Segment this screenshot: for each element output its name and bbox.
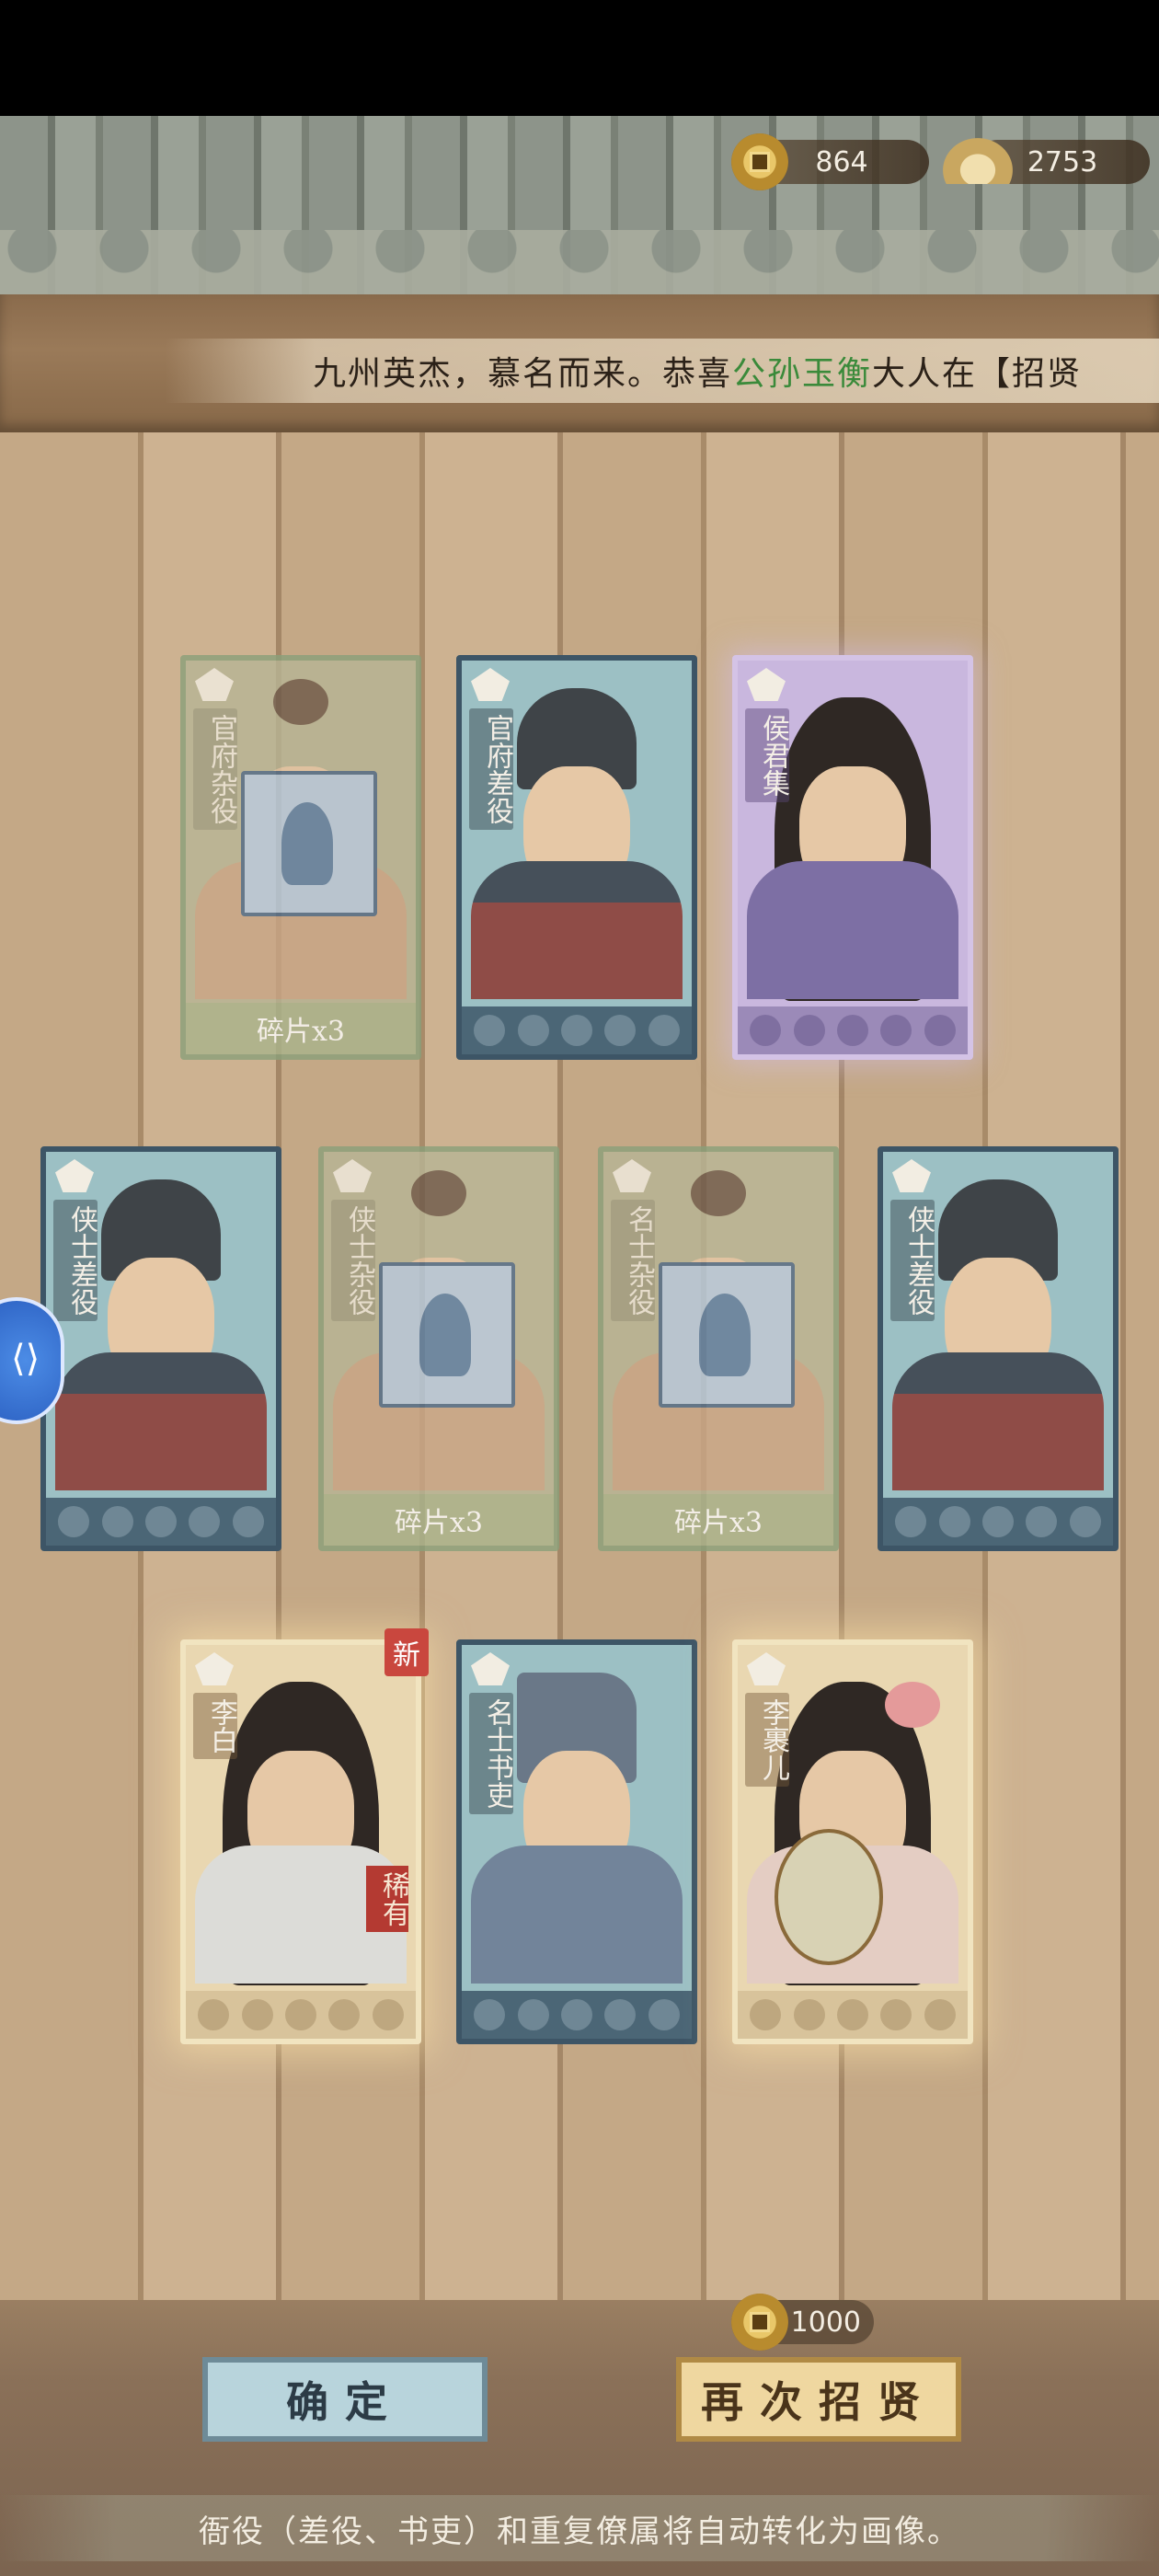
star-empty-icon — [284, 1999, 316, 2030]
fragment-count: 碎片x3 — [186, 1003, 416, 1054]
moon-star-icon — [198, 1999, 230, 2030]
recruit-card[interactable]: 李裹儿 — [732, 1639, 973, 2044]
copper-coin-icon — [731, 2294, 788, 2351]
star-empty-icon — [895, 1506, 927, 1537]
ticker-suffix: 大人在【招贤 — [872, 355, 1083, 393]
star-empty-icon — [517, 1999, 549, 2030]
star-empty-icon — [474, 1999, 506, 2030]
star-empty-icon — [372, 1999, 404, 2030]
confirm-button[interactable]: 确定 — [202, 2357, 488, 2442]
moon-star-icon — [793, 1999, 825, 2030]
star-empty-icon — [648, 1999, 680, 2030]
floating-assist-button[interactable] — [0, 1297, 64, 1424]
recruit-card[interactable]: 名士书吏 — [456, 1639, 697, 2044]
fragment-count: 碎片x3 — [603, 1494, 833, 1546]
new-badge: 新 — [384, 1628, 429, 1676]
footer-note: 衙役（差役、书吏）和重复僚属将自动转化为画像。 — [0, 2495, 1159, 2561]
recruit-card[interactable]: 侠士杂役 碎片x3 — [318, 1146, 559, 1551]
ingot-amount: 2753 — [1027, 145, 1098, 178]
ticker-prefix: 九州英杰，慕名而来。恭喜 — [313, 355, 733, 393]
star-empty-icon — [474, 1015, 506, 1046]
recruit-card[interactable]: 侯君集 — [732, 655, 973, 1060]
recruit-card[interactable]: 官府差役 — [456, 655, 697, 1060]
star-empty-icon — [648, 1015, 680, 1046]
star-empty-icon — [880, 1999, 912, 2030]
card-label: 侯君集 — [745, 708, 789, 802]
star-empty-icon — [144, 1506, 177, 1537]
announcement-ticker: 九州英杰，慕名而来。恭喜 公孙玉衡 大人在【招贤 — [166, 339, 1159, 403]
star-rating — [738, 1991, 968, 2039]
star-empty-icon — [836, 1999, 868, 2030]
star-empty-icon — [924, 1015, 956, 1046]
star-empty-icon — [793, 1015, 825, 1046]
star-rating — [883, 1498, 1113, 1546]
star-empty-icon — [58, 1506, 90, 1537]
fragment-count: 碎片x3 — [324, 1494, 554, 1546]
moon-star-icon — [750, 1999, 782, 2030]
recruit-card[interactable]: 李白 稀有 — [180, 1639, 421, 2044]
hair-flower — [885, 1682, 940, 1728]
card-label: 官府杂役 — [193, 708, 237, 830]
recruit-again-button[interactable]: 再次招贤 — [676, 2357, 961, 2442]
moon-star-icon — [241, 1999, 273, 2030]
star-rating — [738, 1006, 968, 1054]
star-empty-icon — [517, 1015, 549, 1046]
recruit-card[interactable]: 侠士差役 — [878, 1146, 1119, 1551]
star-empty-icon — [981, 1506, 1014, 1537]
star-empty-icon — [924, 1999, 956, 2030]
card-label: 名士杂役 — [611, 1200, 655, 1321]
card-label: 侠士差役 — [890, 1200, 935, 1321]
portrait-scroll-icon — [659, 1262, 795, 1408]
card-label: 李裹儿 — [745, 1693, 789, 1787]
ticker-player-name: 公孙玉衡 — [732, 355, 873, 393]
star-empty-icon — [560, 1999, 592, 2030]
star-empty-icon — [880, 1015, 912, 1046]
hand-fan — [775, 1829, 883, 1965]
star-empty-icon — [604, 1999, 637, 2030]
star-empty-icon — [1069, 1506, 1101, 1537]
card-label: 侠士差役 — [53, 1200, 98, 1321]
coin-amount: 864 — [815, 145, 868, 178]
copper-coin-icon — [731, 133, 788, 190]
star-rating — [186, 1991, 416, 2039]
portrait-scroll-icon — [241, 771, 377, 916]
card-label: 李白 — [193, 1693, 237, 1759]
star-empty-icon — [604, 1015, 637, 1046]
star-empty-icon — [328, 1999, 361, 2030]
star-rating — [46, 1498, 276, 1546]
portrait-scroll-icon — [379, 1262, 515, 1408]
card-label: 侠士杂役 — [331, 1200, 375, 1321]
roof-eaves — [0, 230, 1159, 294]
star-rating — [462, 1991, 692, 2039]
recruit-card[interactable]: 侠士差役 — [40, 1146, 281, 1551]
star-empty-icon — [101, 1506, 133, 1537]
rare-badge: 稀有 — [366, 1866, 409, 1932]
moon-star-icon — [750, 1015, 782, 1046]
recruit-cost-amount: 1000 — [790, 2306, 861, 2339]
status-bar — [0, 0, 1159, 116]
gold-ingot-icon — [943, 138, 1013, 184]
star-empty-icon — [189, 1506, 221, 1537]
recruit-card[interactable]: 官府杂役 碎片x3 — [180, 655, 421, 1060]
star-empty-icon — [1026, 1506, 1058, 1537]
recruit-card[interactable]: 名士杂役 碎片x3 — [598, 1146, 839, 1551]
card-label: 名士书吏 — [469, 1693, 513, 1814]
star-empty-icon — [938, 1506, 970, 1537]
star-empty-icon — [560, 1015, 592, 1046]
star-empty-icon — [836, 1015, 868, 1046]
star-rating — [462, 1006, 692, 1054]
card-label: 官府差役 — [469, 708, 513, 830]
star-empty-icon — [232, 1506, 264, 1537]
